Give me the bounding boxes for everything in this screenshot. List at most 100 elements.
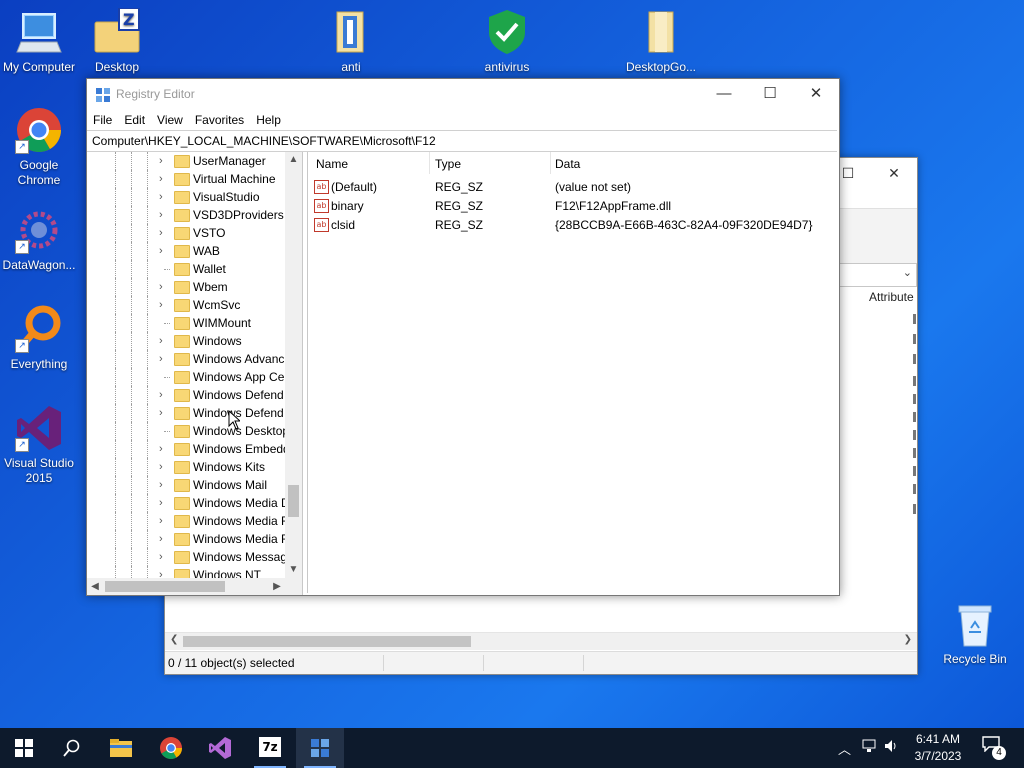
clock[interactable]: 6:41 AM 3/7/2023 [900, 731, 976, 765]
tree-item[interactable]: › Wbem [87, 278, 285, 296]
tree-item[interactable]: › Windows [87, 332, 285, 350]
tree-item[interactable]: › VisualStudio [87, 188, 285, 206]
column-header-type[interactable]: Type [435, 157, 461, 171]
maximize-button[interactable]: ☐ [747, 79, 793, 109]
tree-item[interactable]: Windows App Ce [87, 368, 285, 386]
tree-item[interactable]: Windows Desktop [87, 422, 289, 440]
search-button[interactable] [48, 728, 96, 768]
taskbar-chrome[interactable] [147, 728, 195, 768]
scroll-right-icon[interactable]: ❯ [904, 634, 912, 645]
chevron-right-icon[interactable]: › [159, 154, 169, 168]
menu-favorites[interactable]: Favorites [189, 110, 250, 130]
title-bar[interactable]: Registry Editor — ☐ ✕ [87, 79, 839, 109]
tree-item[interactable]: › Windows Advanc [87, 350, 285, 368]
column-header-data[interactable]: Data [555, 157, 580, 171]
chevron-right-icon[interactable]: › [159, 514, 169, 528]
scrollbar-thumb[interactable] [105, 581, 225, 592]
values-list-pane[interactable]: Name Type Data ab (Default) REG_SZ (valu… [307, 152, 838, 593]
chevron-right-icon[interactable]: › [159, 226, 169, 240]
tree-item[interactable]: › Windows Embedd [87, 440, 290, 458]
desktop-icon-desktop[interactable]: Z Desktop [78, 7, 156, 75]
tree-item[interactable]: › Windows Messag [87, 548, 287, 566]
desktop-icon-datawagon[interactable]: ↗ DataWagon... [0, 206, 78, 273]
address-path[interactable]: Computer\HKEY_LOCAL_MACHINE\SOFTWARE\Mic… [92, 134, 436, 148]
chevron-right-icon[interactable]: › [159, 280, 169, 294]
menu-edit[interactable]: Edit [118, 110, 151, 130]
scroll-left-icon[interactable]: ❮ [170, 634, 178, 645]
scroll-down-icon[interactable]: ▼ [285, 562, 302, 578]
close-button[interactable]: ✕ [871, 162, 917, 184]
desktop-icon-chrome[interactable]: ↗ Google Chrome [0, 106, 78, 188]
scroll-left-icon[interactable]: ◀ [87, 578, 103, 595]
folder-icon [174, 407, 190, 420]
tree-item[interactable]: › UserManager [87, 152, 285, 170]
chevron-right-icon[interactable]: › [159, 496, 169, 510]
address-dropdown[interactable]: ⌄ [839, 263, 917, 287]
horizontal-scrollbar[interactable]: ◀ ▶ [87, 578, 285, 595]
chevron-right-icon[interactable]: › [159, 298, 169, 312]
tree-item[interactable]: › Virtual Machine [87, 170, 285, 188]
close-button[interactable]: ✕ [793, 79, 839, 109]
horizontal-scrollbar[interactable]: ❮ ❯ [165, 632, 917, 650]
tree-item[interactable]: › VSD3DProviders [87, 206, 285, 224]
chevron-right-icon[interactable]: › [159, 478, 169, 492]
value-row[interactable]: ab binary REG_SZ F12\F12AppFrame.dll [308, 196, 838, 215]
value-row[interactable]: ab (Default) REG_SZ (value not set) [308, 177, 838, 196]
desktop-icon-desktopgo[interactable]: DesktopGo... [622, 8, 700, 75]
address-bar[interactable]: Computer\HKEY_LOCAL_MACHINE\SOFTWARE\Mic… [87, 130, 837, 152]
tree-item[interactable]: › WcmSvc [87, 296, 285, 314]
desktop-icon-everything[interactable]: ↗ Everything [0, 305, 78, 372]
taskbar-7zip[interactable]: 7z [246, 728, 294, 768]
desktop-icon-anti[interactable]: anti [312, 8, 390, 75]
chevron-right-icon[interactable]: › [159, 334, 169, 348]
desktop-icon-recycle-bin[interactable]: Recycle Bin [940, 602, 1010, 666]
tree-item[interactable]: › Windows Kits [87, 458, 285, 476]
chevron-right-icon[interactable]: › [159, 406, 169, 420]
tree-item[interactable]: WIMMount [87, 314, 285, 332]
taskbar-visual-studio[interactable] [196, 728, 244, 768]
chevron-right-icon[interactable]: › [159, 190, 169, 204]
chevron-right-icon[interactable]: › [159, 244, 169, 258]
volume-icon[interactable] [884, 739, 900, 756]
chevron-right-icon[interactable]: › [159, 352, 169, 366]
desktop-icon-antivirus[interactable]: antivirus [468, 8, 546, 75]
tree-item[interactable]: › Windows Media D [87, 494, 290, 512]
taskbar-file-explorer[interactable] [97, 728, 145, 768]
chevron-right-icon[interactable]: › [159, 460, 169, 474]
taskbar-registry-editor[interactable] [296, 728, 344, 768]
chevron-right-icon[interactable]: › [159, 172, 169, 186]
scroll-right-icon[interactable]: ▶ [269, 578, 285, 595]
chevron-right-icon[interactable]: › [159, 208, 169, 222]
tree-item[interactable]: Wallet [87, 260, 285, 278]
registry-editor-window[interactable]: Registry Editor — ☐ ✕ File Edit View Favori… [86, 78, 840, 596]
desktop-icon-visual-studio[interactable]: ↗ Visual Studio 2015 [0, 404, 78, 486]
column-header-name[interactable]: Name [316, 157, 348, 171]
scroll-up-icon[interactable]: ▲ [285, 152, 302, 168]
value-row[interactable]: ab clsid REG_SZ {28BCCB9A-E66B-463C-82A4… [308, 215, 838, 234]
tree-item[interactable]: › Windows Defend [87, 404, 285, 422]
tree-item[interactable]: › VSTO [87, 224, 285, 242]
menu-view[interactable]: View [151, 110, 189, 130]
menu-help[interactable]: Help [250, 110, 287, 130]
tree-item[interactable]: › WAB [87, 242, 285, 260]
start-button[interactable] [0, 728, 48, 768]
scrollbar-thumb[interactable] [183, 636, 471, 647]
network-icon[interactable] [862, 739, 878, 756]
scrollbar-thumb[interactable] [288, 485, 299, 517]
chevron-right-icon[interactable]: › [159, 532, 169, 546]
desktop-icon-my-computer[interactable]: My Computer [0, 8, 78, 75]
minimize-button[interactable]: — [701, 79, 747, 109]
chevron-right-icon[interactable]: › [159, 550, 169, 564]
menu-file[interactable]: File [87, 110, 118, 130]
chevron-up-icon[interactable]: ︿ [838, 739, 851, 758]
chevron-right-icon[interactable]: › [159, 388, 169, 402]
chevron-right-icon[interactable]: › [159, 442, 169, 456]
column-header-attribute[interactable]: Attribute [869, 290, 914, 304]
key-tree-pane[interactable]: › UserManager › Virtual Machine › VisualStu… [87, 152, 303, 595]
tree-item[interactable]: › Windows Mail [87, 476, 285, 494]
tree-item[interactable]: › Windows Media F [87, 512, 288, 530]
tree-item[interactable]: › Windows Media F [87, 530, 288, 548]
tree-item[interactable]: › Windows Defend [87, 386, 285, 404]
notification-center-button[interactable]: 4 [982, 736, 1006, 760]
vertical-scrollbar[interactable]: ▲ ▼ [285, 152, 302, 578]
